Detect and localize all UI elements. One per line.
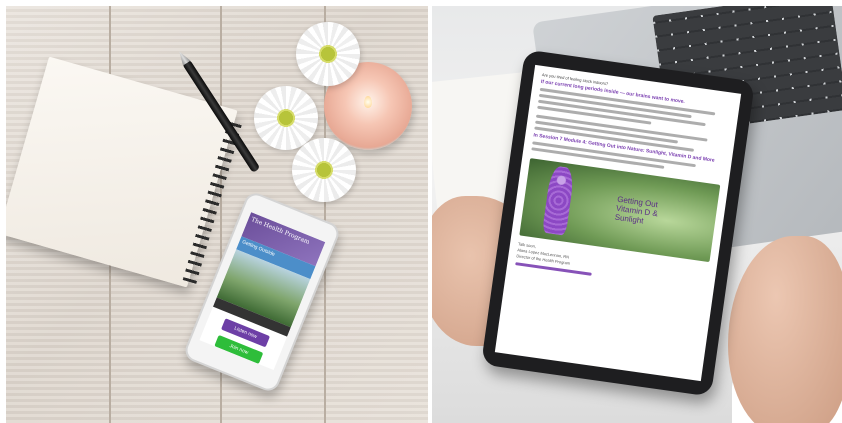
phone-screen: The Health Program Getting Outside Liste… <box>199 212 326 371</box>
daisy-flower <box>254 86 318 150</box>
image-caption: Getting Out Vitamin D & Sunlight <box>614 195 659 228</box>
tablet-screen: Are you tired of feeling stuck indoors? … <box>494 64 742 382</box>
phone-app-title: The Health Program <box>250 216 311 246</box>
tablet-photo-panel: Are you tired of feeling stuck indoors? … <box>432 6 842 423</box>
tablet-device: Are you tired of feeling stuck indoors? … <box>481 49 755 397</box>
daisy-flower <box>296 22 360 86</box>
candle-flame <box>364 96 372 108</box>
desk-photo-panel: The Health Program Getting Outside Liste… <box>6 6 428 423</box>
right-hand <box>728 236 842 423</box>
pen-nib <box>175 49 190 66</box>
daisy-flower <box>292 138 356 202</box>
lupine-flower <box>541 165 576 236</box>
